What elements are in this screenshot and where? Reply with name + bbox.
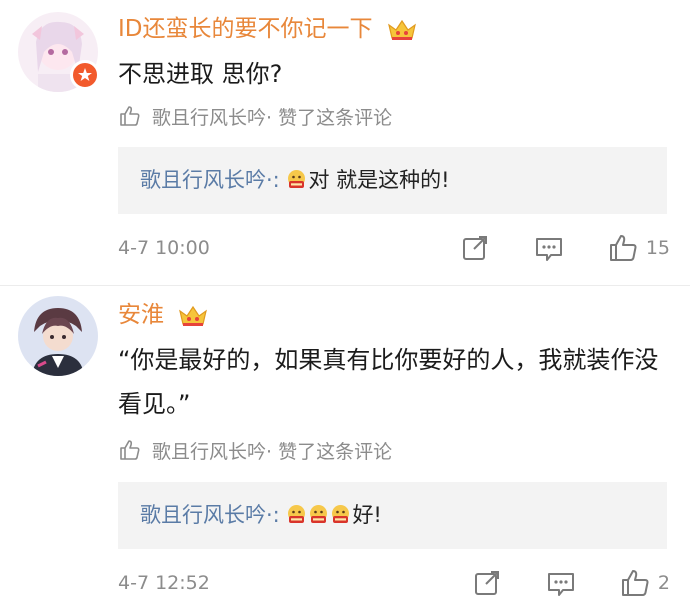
reply-author[interactable]: 歌且行风长吟·:: [140, 503, 280, 527]
reply-text: 好!: [352, 503, 382, 527]
crown-icon: [387, 19, 416, 40]
share-icon[interactable]: [460, 233, 490, 263]
comment-icon[interactable]: [546, 568, 576, 598]
comment-time: 4-7 12:52: [118, 572, 210, 594]
crown-icon: [179, 305, 208, 326]
comment-time: 4-7 10:00: [118, 237, 210, 259]
like-count: 2: [657, 572, 670, 594]
reply-emojis: [286, 168, 308, 192]
reply-box[interactable]: 歌且行风长吟·: 对 就是这种的!: [118, 147, 667, 214]
reply-author[interactable]: 歌且行风长吟·:: [140, 168, 280, 192]
reply-box[interactable]: 歌且行风长吟·: 好!: [118, 482, 667, 549]
username-text[interactable]: ID还蛮长的要不你记一下: [118, 16, 373, 42]
liked-by-row[interactable]: 歌且行风长吟· 赞了这条评论: [118, 438, 392, 466]
comment-content[interactable]: “你是最好的，如果真有比你要好的人，我就装作没看见。”: [118, 338, 662, 426]
reply-emojis: [286, 503, 352, 527]
melon-emoji-icon: [310, 505, 328, 523]
reply-line: 歌且行风长吟·: 好!: [140, 482, 382, 549]
comment-item: 安淮 “你是最好的，如果真有比你要好的人，我就装作没看见。” 歌且行风长吟· 赞…: [0, 286, 690, 603]
like-count: 15: [645, 237, 670, 259]
thumbs-up-icon: [120, 106, 140, 126]
comment-actions: 2: [472, 568, 670, 598]
thumbs-up-icon: [120, 440, 140, 460]
reply-text: 对 就是这种的!: [308, 168, 450, 192]
username-text[interactable]: 安淮: [118, 302, 164, 328]
username[interactable]: 安淮: [118, 300, 209, 330]
comment-icon[interactable]: [534, 233, 564, 263]
liked-by-row[interactable]: 歌且行风长吟· 赞了这条评论: [118, 104, 392, 132]
thumbs-up-icon[interactable]: [608, 233, 638, 263]
comment-actions: 15: [460, 233, 670, 263]
thumbs-up-icon[interactable]: [620, 568, 650, 598]
avatar[interactable]: [18, 296, 98, 376]
share-icon[interactable]: [472, 568, 502, 598]
comment-content[interactable]: 不思进取 思你?: [118, 52, 662, 96]
melon-emoji-icon: [288, 505, 306, 523]
comment-item: ID还蛮长的要不你记一下 不思进取 思你? 歌且行风长吟· 赞了这条评论 歌且行…: [0, 0, 690, 285]
liked-by-text: 歌且行风长吟· 赞了这条评论: [152, 107, 393, 129]
comment-text: “你是最好的，如果真有比你要好的人，我就装作没看见。”: [118, 346, 659, 418]
melon-emoji-icon: [288, 170, 306, 188]
comment-text: 不思进取 思你?: [118, 60, 283, 88]
verified-badge-icon: [70, 60, 100, 90]
reply-line: 歌且行风长吟·: 对 就是这种的!: [140, 147, 450, 214]
melon-emoji-icon: [332, 505, 350, 523]
username[interactable]: ID还蛮长的要不你记一下: [118, 14, 418, 44]
liked-by-text: 歌且行风长吟· 赞了这条评论: [152, 441, 393, 463]
